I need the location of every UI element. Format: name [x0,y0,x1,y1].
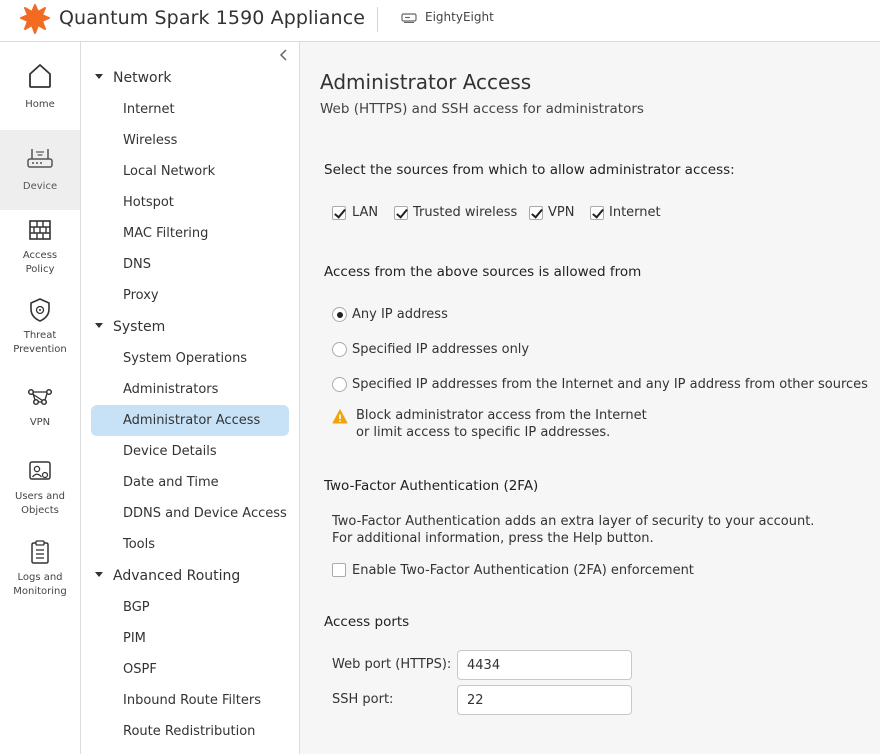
app-title: Quantum Spark 1590 Appliance [59,7,366,29]
nav-item-local-network[interactable]: Local Network [123,164,215,179]
nav-item-device-details[interactable]: Device Details [123,444,217,459]
enable-tfa-label: Enable Two-Factor Authentication (2FA) e… [352,563,694,578]
specified-ip-internet-label: Specified IP addresses from the Internet… [352,377,868,392]
nav-item-date-and-time[interactable]: Date and Time [123,475,219,490]
specified-ip-internet-radio[interactable] [332,377,347,392]
nav-item-wireless[interactable]: Wireless [123,133,177,148]
ssh-port-label: SSH port: [332,692,394,707]
rail-item-home[interactable]: Home [0,62,80,122]
any-ip-label: Any IP address [352,307,448,322]
appliance-icon [401,13,417,23]
allowed-from-heading: Access from the above sources is allowed… [324,264,642,280]
nav-item-system-operations[interactable]: System Operations [123,351,247,366]
nav-item-tools[interactable]: Tools [123,537,155,552]
check-point-logo-icon [20,4,50,34]
any-ip-radio[interactable] [332,307,347,322]
main-content: Administrator Access Web (HTTPS) and SSH… [300,42,880,754]
enable-tfa-checkbox[interactable] [332,563,346,577]
nav-item-hotspot[interactable]: Hotspot [123,195,174,210]
nav-item-mac-filtering[interactable]: MAC Filtering [123,226,208,241]
top-header: Quantum Spark 1590 Appliance EightyEight [0,0,880,42]
lan-label: LAN [352,205,379,220]
rail-label: Home [25,99,55,110]
nav-group-system[interactable]: System [95,319,165,335]
nav-item-route-redistribution[interactable]: Route Redistribution [123,724,255,739]
lan-checkbox[interactable] [332,206,346,220]
rail-label: VPN [29,417,51,428]
nav-item-internet[interactable]: Internet [123,102,175,117]
nav-item-dns[interactable]: DNS [123,257,151,272]
internet-checkbox[interactable] [590,206,604,220]
specified-ip-only-label: Specified IP addresses only [352,342,530,357]
sources-heading: Select the sources from which to allow a… [324,162,735,178]
vpn-label: VPN [548,205,575,220]
nav-group-advanced-routing[interactable]: Advanced Routing [95,568,240,584]
rail-item-device[interactable]: Device [0,130,80,210]
nav-item-bgp[interactable]: BGP [123,600,150,615]
nav-item-proxy[interactable]: Proxy [123,288,159,303]
access-ports-heading: Access ports [324,614,410,630]
firewall-icon [29,220,51,240]
tfa-heading: Two-Factor Authentication (2FA) [324,478,539,494]
rail-item-vpn[interactable]: VPN [0,386,80,436]
nav-item-pim[interactable]: PIM [123,631,146,646]
vpn-network-icon [27,388,53,406]
web-port-input[interactable] [457,650,632,680]
rail-label: Device [22,181,58,192]
rail-item-logs-and-monitoring[interactable]: Logs and Monitoring [0,539,80,603]
home-icon [29,64,51,88]
ssh-port-input[interactable] [457,685,632,715]
device-name: EightyEight [425,10,494,24]
warning-icon [332,409,348,424]
page-title: Administrator Access [320,70,532,94]
rail-label: Logs and Monitoring [13,572,67,597]
rail-item-access-policy[interactable]: Access Policy [0,218,80,280]
caret-down-icon [95,322,103,328]
rail-item-threat-prevention[interactable]: Threat Prevention [0,297,80,361]
secondary-nav: Network Internet Wireless Local Network … [81,42,300,754]
warning-text-line1: Block administrator access from the Inte… [356,408,647,423]
specified-ip-only-radio[interactable] [332,342,347,357]
shield-icon [30,298,50,322]
primary-nav-rail: Home Device Access Policy Threat Prevent… [0,42,81,754]
page-subtitle: Web (HTTPS) and SSH access for administr… [320,101,644,117]
rail-item-users-and-objects[interactable]: Users and Objects [0,460,80,522]
user-card-icon [29,461,51,480]
vpn-checkbox[interactable] [529,206,543,220]
caret-down-icon [95,73,103,79]
nav-item-ospf[interactable]: OSPF [123,662,157,677]
nav-item-inbound-route-filters[interactable]: Inbound Route Filters [123,693,261,708]
warning-text-line2: or limit access to specific IP addresses… [356,425,611,440]
caret-down-icon [95,571,103,577]
nav-item-ddns-and-device-access[interactable]: DDNS and Device Access [123,506,287,521]
trusted-wireless-label: Trusted wireless [413,205,518,220]
internet-label: Internet [609,205,661,220]
web-port-label: Web port (HTTPS): [332,657,452,672]
trusted-wireless-checkbox[interactable] [394,206,408,220]
header-divider [377,7,378,32]
router-icon [27,149,53,168]
nav-group-network[interactable]: Network [95,70,171,86]
clipboard-icon [31,540,49,564]
rail-label: Access Policy [22,250,58,275]
rail-label: Threat Prevention [13,330,67,355]
tfa-description-line1: Two-Factor Authentication adds an extra … [332,514,815,529]
collapse-chevron-left-icon[interactable] [276,47,292,63]
nav-item-administrators[interactable]: Administrators [123,382,218,397]
tfa-description-line2: For additional information, press the He… [332,531,654,546]
rail-label: Users and Objects [15,491,65,516]
nav-item-administrator-access[interactable]: Administrator Access [123,413,260,428]
